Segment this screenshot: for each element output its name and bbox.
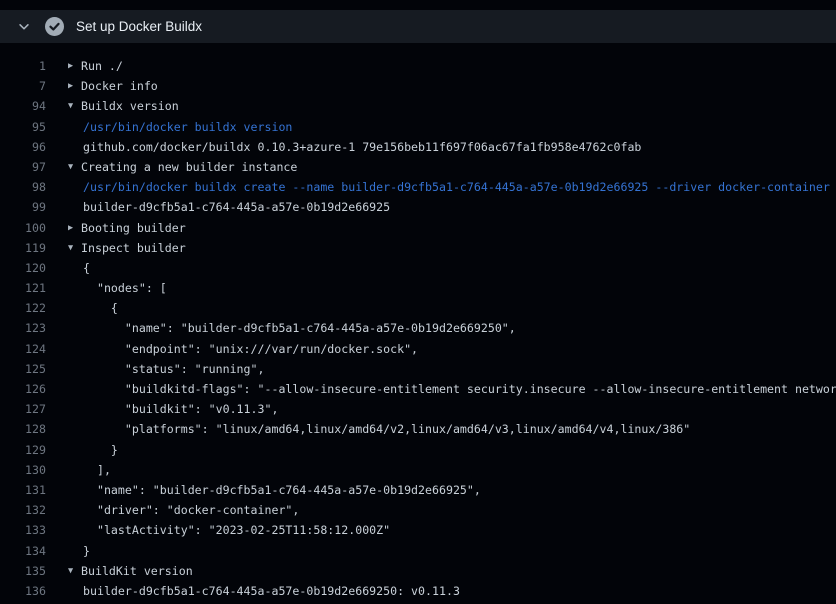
line-number[interactable]: 7: [0, 76, 46, 96]
actions-log-viewer: Set up Docker Buildx 1 ▶ Run ./ 7 ▶ Dock…: [0, 0, 836, 604]
line-number[interactable]: 131: [0, 480, 46, 500]
check-circle-icon: [45, 17, 64, 36]
log-text: Inspect builder: [81, 238, 186, 258]
log-text: BuildKit version: [81, 561, 193, 581]
log-text: github.com/docker/buildx 0.10.3+azure-1 …: [83, 137, 641, 157]
log-text: Buildx version: [81, 96, 179, 116]
log-line: 134 }: [0, 541, 836, 561]
log-text: "name": "builder-d9cfb5a1-c764-445a-a57e…: [83, 318, 516, 338]
log-line: 133 "lastActivity": "2023-02-25T11:58:12…: [0, 520, 836, 540]
line-number[interactable]: 98: [0, 177, 46, 197]
log-area: 1 ▶ Run ./ 7 ▶ Docker info 94 ▼ Buildx v…: [0, 56, 836, 604]
line-number[interactable]: 1: [0, 56, 46, 76]
log-line[interactable]: 1 ▶ Run ./: [0, 56, 836, 76]
line-number[interactable]: 127: [0, 399, 46, 419]
line-number[interactable]: 94: [0, 96, 46, 116]
log-line: 132 "driver": "docker-container",: [0, 500, 836, 520]
log-text: {: [83, 298, 118, 318]
line-number[interactable]: 120: [0, 258, 46, 278]
line-number[interactable]: 135: [0, 561, 46, 581]
log-text: Creating a new builder instance: [81, 157, 297, 177]
log-text: "buildkitd-flags": "--allow-insecure-ent…: [83, 379, 836, 399]
log-line: 130 ],: [0, 460, 836, 480]
log-line: 96 github.com/docker/buildx 0.10.3+azure…: [0, 137, 836, 157]
line-number[interactable]: 128: [0, 419, 46, 439]
log-line: 121 "nodes": [: [0, 278, 836, 298]
chevron-down-icon[interactable]: [16, 19, 32, 35]
line-number[interactable]: 133: [0, 520, 46, 540]
step-header[interactable]: Set up Docker Buildx: [0, 10, 836, 43]
log-text: "buildkit": "v0.11.3",: [83, 399, 278, 419]
log-line: 126 "buildkitd-flags": "--allow-insecure…: [0, 379, 836, 399]
log-line: 98 /usr/bin/docker buildx create --name …: [0, 177, 836, 197]
line-number[interactable]: 122: [0, 298, 46, 318]
group-expanded-icon[interactable]: ▼: [68, 157, 81, 177]
line-number[interactable]: 136: [0, 581, 46, 601]
group-expanded-icon[interactable]: ▼: [68, 561, 81, 581]
group-expanded-icon[interactable]: ▼: [68, 238, 81, 258]
line-number[interactable]: 132: [0, 500, 46, 520]
line-number[interactable]: 134: [0, 541, 46, 561]
line-number[interactable]: 125: [0, 359, 46, 379]
line-number[interactable]: 119: [0, 238, 46, 258]
log-text: builder-d9cfb5a1-c764-445a-a57e-0b19d2e6…: [83, 581, 460, 601]
log-line: 125 "status": "running",: [0, 359, 836, 379]
log-text: }: [83, 440, 118, 460]
line-number[interactable]: 130: [0, 460, 46, 480]
line-number[interactable]: 123: [0, 318, 46, 338]
line-number[interactable]: 96: [0, 137, 46, 157]
line-number[interactable]: 99: [0, 197, 46, 217]
line-number[interactable]: 124: [0, 339, 46, 359]
log-line[interactable]: 119 ▼ Inspect builder: [0, 238, 836, 258]
step-title: Set up Docker Buildx: [76, 19, 202, 34]
group-collapsed-icon[interactable]: ▶: [68, 56, 81, 76]
line-number[interactable]: 126: [0, 379, 46, 399]
log-line: 131 "name": "builder-d9cfb5a1-c764-445a-…: [0, 480, 836, 500]
log-text: /usr/bin/docker buildx version: [83, 117, 292, 137]
log-line: 124 "endpoint": "unix:///var/run/docker.…: [0, 339, 836, 359]
log-text: {: [83, 258, 90, 278]
line-number[interactable]: 100: [0, 218, 46, 238]
group-expanded-icon[interactable]: ▼: [68, 96, 81, 116]
line-number[interactable]: 97: [0, 157, 46, 177]
log-text: Docker info: [81, 76, 158, 96]
log-text: "nodes": [: [83, 278, 167, 298]
group-collapsed-icon[interactable]: ▶: [68, 76, 81, 96]
line-number[interactable]: 121: [0, 278, 46, 298]
log-line: 95 /usr/bin/docker buildx version: [0, 117, 836, 137]
log-text: ],: [83, 460, 111, 480]
log-line: 128 "platforms": "linux/amd64,linux/amd6…: [0, 419, 836, 439]
log-text: "name": "builder-d9cfb5a1-c764-445a-a57e…: [83, 480, 481, 500]
log-line: 122 {: [0, 298, 836, 318]
group-collapsed-icon[interactable]: ▶: [68, 218, 81, 238]
log-line[interactable]: 94 ▼ Buildx version: [0, 96, 836, 116]
line-number[interactable]: 95: [0, 117, 46, 137]
log-text: Run ./: [81, 56, 123, 76]
log-text: "platforms": "linux/amd64,linux/amd64/v2…: [83, 419, 690, 439]
log-text: builder-d9cfb5a1-c764-445a-a57e-0b19d2e6…: [83, 197, 390, 217]
log-line: 120 {: [0, 258, 836, 278]
log-text: "status": "running",: [83, 359, 264, 379]
log-text: "endpoint": "unix:///var/run/docker.sock…: [83, 339, 418, 359]
log-line: 127 "buildkit": "v0.11.3",: [0, 399, 836, 419]
log-line[interactable]: 100 ▶ Booting builder: [0, 218, 836, 238]
log-text: /usr/bin/docker buildx create --name bui…: [83, 177, 830, 197]
log-line[interactable]: 135 ▼ BuildKit version: [0, 561, 836, 581]
log-text: "lastActivity": "2023-02-25T11:58:12.000…: [83, 520, 390, 540]
log-line[interactable]: 7 ▶ Docker info: [0, 76, 836, 96]
log-line: 123 "name": "builder-d9cfb5a1-c764-445a-…: [0, 318, 836, 338]
log-text: "driver": "docker-container",: [83, 500, 299, 520]
log-line[interactable]: 97 ▼ Creating a new builder instance: [0, 157, 836, 177]
log-line: 99 builder-d9cfb5a1-c764-445a-a57e-0b19d…: [0, 197, 836, 217]
log-text: Booting builder: [81, 218, 186, 238]
line-number[interactable]: 129: [0, 440, 46, 460]
log-text: }: [83, 541, 90, 561]
log-line: 136 builder-d9cfb5a1-c764-445a-a57e-0b19…: [0, 581, 836, 601]
log-line: 129 }: [0, 440, 836, 460]
